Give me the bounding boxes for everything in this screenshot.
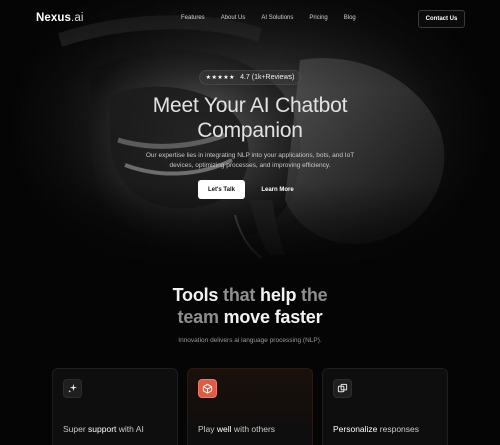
top-navigation: Nexus.ai Features About Us AI Solutions …	[0, 0, 500, 38]
nav-link-ai-solutions[interactable]: AI Solutions	[261, 15, 293, 21]
card-title-highlight: Personalize	[333, 424, 378, 434]
logo-name: Nexus	[36, 12, 72, 24]
tools-title-line-1: Tools that help the	[120, 284, 380, 306]
tools-section-subtitle: Innovation delivers ai language processi…	[178, 337, 322, 344]
feature-card-support[interactable]: Super support with AI	[52, 368, 178, 445]
card-title-part: Play	[198, 424, 217, 434]
tools-title-word-that: that	[218, 285, 261, 305]
rating-text: 4.7 (1k+Reviews)	[240, 74, 295, 81]
lets-talk-button[interactable]: Let's Talk	[198, 180, 245, 199]
nav-link-features[interactable]: Features	[181, 15, 205, 21]
nav-links: Features About Us AI Solutions Pricing B…	[181, 15, 372, 21]
cube-icon	[198, 379, 217, 398]
rating-stars-icon: ★★★★★	[205, 75, 236, 81]
nav-link-blog[interactable]: Blog	[344, 15, 356, 21]
feature-card-title: Personalize responses	[333, 424, 419, 434]
contact-us-button[interactable]: Contact Us	[418, 10, 465, 28]
hero-title-line-1: Meet Your AI Chatbot	[152, 94, 348, 117]
logo[interactable]: Nexus.ai	[36, 12, 83, 24]
card-title-part: Super	[63, 424, 89, 434]
tools-title-word-help: help	[260, 285, 297, 305]
rating-badge: ★★★★★ 4.7 (1k+Reviews)	[199, 70, 301, 85]
tools-section-title: Tools that help the team move faster	[120, 284, 380, 328]
nav-link-pricing[interactable]: Pricing	[309, 15, 327, 21]
feature-card-title: Super support with AI	[63, 424, 144, 434]
layers-icon	[333, 379, 352, 398]
card-title-part: with AI	[116, 424, 144, 434]
tools-title-word-team: team	[177, 307, 224, 327]
feature-card-title: Play well with others	[198, 424, 275, 434]
card-title-part: responses	[377, 424, 420, 434]
tools-title-word-move-faster: move faster	[223, 307, 323, 327]
card-title-part: with others	[231, 424, 276, 434]
hero-title: Meet Your AI Chatbot Companion	[100, 93, 400, 143]
card-title-highlight: well	[216, 424, 232, 434]
sparkle-icon	[63, 379, 82, 398]
logo-domain: .ai	[71, 12, 84, 24]
hero-title-line-2: Companion	[197, 119, 303, 142]
feature-card-integrations[interactable]: Play well with others	[187, 368, 313, 445]
card-title-highlight: support	[88, 424, 117, 434]
tools-title-word-tools: Tools	[172, 285, 219, 305]
hero-subtitle: Our expertise lies in integrating NLP in…	[145, 152, 355, 169]
learn-more-button[interactable]: Learn More	[254, 180, 301, 199]
nav-link-about-us[interactable]: About Us	[221, 15, 246, 21]
tools-title-line-2: team move faster	[120, 306, 380, 328]
feature-card-personalize[interactable]: Personalize responses	[322, 368, 448, 445]
tools-title-word-the: the	[296, 285, 328, 305]
